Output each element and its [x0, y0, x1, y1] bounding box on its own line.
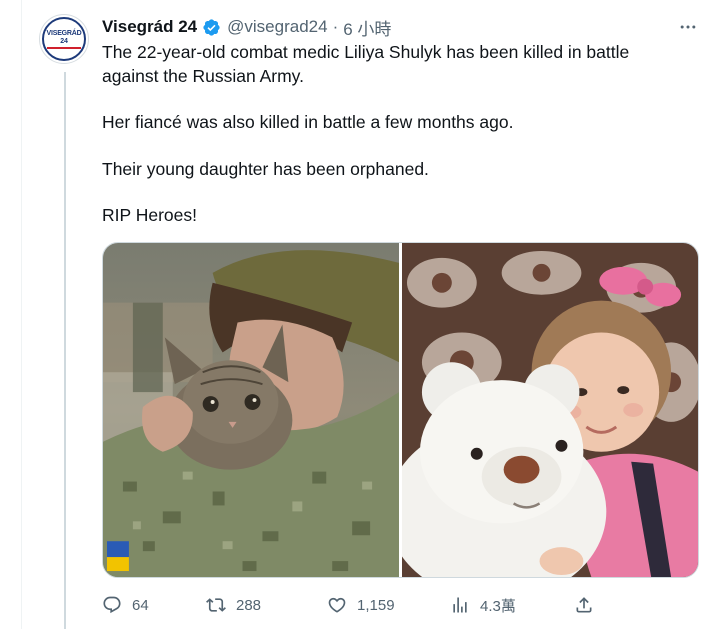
media-grid: [102, 242, 699, 578]
views-icon: [453, 597, 467, 613]
tweet-header: Visegrád 24 @visegrad24 · 6 小時: [102, 15, 391, 40]
soldier-with-kitten-photo[interactable]: [103, 243, 399, 577]
avatar[interactable]: VISEGRÁD 24: [39, 14, 89, 64]
thread-line: [64, 72, 66, 629]
retweet-button[interactable]: 288: [206, 594, 261, 616]
child-with-teddy-bear-photo[interactable]: [402, 243, 698, 577]
visegrad-logo: VISEGRÁD 24: [42, 17, 86, 61]
reply-icon: [103, 596, 121, 614]
handle[interactable]: @visegrad24: [227, 17, 327, 37]
tweet-paragraph: Their young daughter has been orphaned.: [102, 158, 429, 179]
share-icon: [576, 597, 592, 613]
tweet-paragraph: Her fiancé was also killed in battle a f…: [102, 112, 514, 132]
logo-text-secondary: 24: [60, 37, 68, 45]
logo-bar: [47, 46, 81, 49]
views-count: 4.3萬: [480, 597, 516, 615]
retweet-icon: [206, 598, 226, 612]
timestamp[interactable]: 6 小時: [343, 15, 391, 40]
logo-text-primary: VISEGRÁD: [46, 29, 82, 37]
reply-button[interactable]: 64: [102, 594, 149, 616]
share-button[interactable]: [574, 594, 604, 616]
retweet-count: 288: [236, 596, 262, 614]
ellipsis-icon[interactable]: [676, 16, 700, 38]
display-name[interactable]: Visegrád 24: [102, 17, 197, 37]
reply-count: 64: [132, 596, 149, 614]
views-button[interactable]: 4.3萬: [450, 594, 516, 616]
separator-dot: ·: [332, 17, 339, 36]
tweet-paragraph: RIP Heroes!: [102, 205, 197, 225]
like-button[interactable]: 1,159: [327, 594, 395, 616]
left-rail: [0, 0, 22, 629]
tweet-paragraph: The 22-year-old combat medic Liliya Shul…: [102, 42, 630, 86]
heart-icon: [328, 597, 346, 613]
like-count: 1,159: [357, 596, 395, 614]
verified-badge-icon[interactable]: [202, 18, 221, 37]
tweet-text: The 22-year-old combat medic Liliya Shul…: [102, 41, 682, 228]
tweet-actions: 64 288 1,159 4.3萬: [102, 594, 602, 616]
